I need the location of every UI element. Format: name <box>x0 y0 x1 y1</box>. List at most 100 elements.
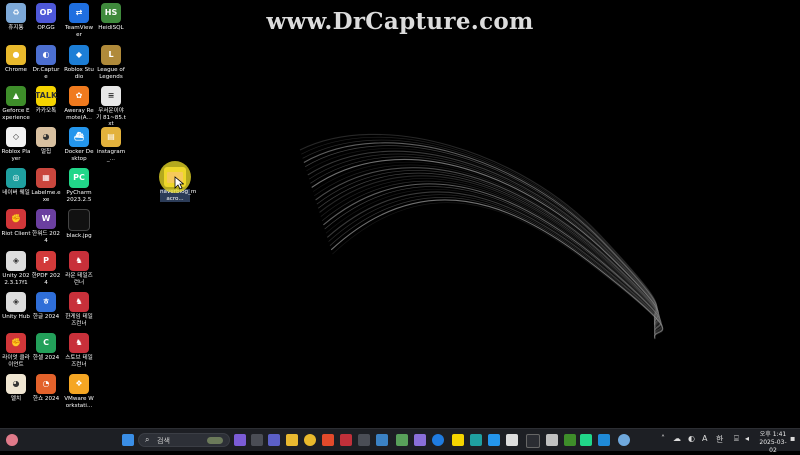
whale-taskbar-icon[interactable] <box>470 434 482 446</box>
desktop-icon-aweray[interactable]: ✿ Aweray Remote(A... <box>64 86 94 121</box>
desktop-icon-label: Labelme.exe <box>31 190 61 203</box>
desktop-icon-hancell[interactable]: C 한셀 2024 <box>31 333 61 362</box>
task-view-icon[interactable] <box>251 434 263 446</box>
desktop-icon-label: 한글 2024 <box>32 314 60 320</box>
desktop-icon-hangul[interactable]: ㅎ 한글 2024 <box>31 292 61 321</box>
desktop-icon-story-txt[interactable]: ≡ 무서운이야기 81~85.txt <box>96 86 126 128</box>
desktop-icon-label: Dr.Capture <box>32 67 60 80</box>
app-icon-gray[interactable] <box>546 434 558 446</box>
start-button-icon[interactable] <box>122 434 134 446</box>
photos-icon[interactable] <box>376 434 388 446</box>
desktop-icon-riot[interactable]: ✊ Riot Client <box>1 209 31 238</box>
hanword-icon: W <box>36 209 56 229</box>
taskbar-clock[interactable]: 오후 1:41 2025-03-02 <box>758 431 788 455</box>
desktop-icon-stove-tales[interactable]: ♞ 스토브 테일즈런너 <box>64 333 94 368</box>
desktop[interactable]: www.DrCapture.com ♻ 휴지통 OP OP.GG ⇄ TeamViewer… <box>0 0 800 428</box>
notification-bell-icon[interactable]: ▪ <box>790 434 795 443</box>
race-tales-icon: ♞ <box>69 251 89 271</box>
desktop-icon-teamviewer[interactable]: ⇄ TeamViewer <box>64 3 94 38</box>
app-icon-green[interactable] <box>396 434 408 446</box>
recycle-bin-icon: ♻ <box>6 3 26 23</box>
desktop-icon-unity-hub[interactable]: ◈ Unity Hub <box>1 292 31 321</box>
kakaotalk-taskbar-icon[interactable] <box>452 434 464 446</box>
ime-mode-indicator[interactable]: 한 <box>716 434 723 445</box>
desktop-icon-roblox-studio[interactable]: ◆ Roblox Studio <box>64 45 94 80</box>
desktop-icon-label: Roblox Player <box>1 149 31 162</box>
desktop-icon-hanshow[interactable]: ◔ 한쇼 2024 <box>31 374 61 403</box>
desktop-icon-label: Chrome <box>5 67 27 73</box>
desktop-icon-heidisql[interactable]: HS HeidiSQL <box>96 3 126 32</box>
heidisql-icon: HS <box>101 3 121 23</box>
desktop-icon-riot-client-kr[interactable]: ✊ 라이엇 클라이언트 <box>1 333 31 368</box>
desktop-icon-melchi[interactable]: ◕ 멜치 <box>1 374 31 403</box>
desktop-icon-label: League of Legends <box>97 67 125 80</box>
desktop-icon-labelme[interactable]: ▦ Labelme.exe <box>31 168 61 203</box>
desktop-icon-label: Docker Desktop <box>64 149 94 162</box>
desktop-icon-label: 멜치 <box>10 396 22 402</box>
desktop-icon-label: 한쇼 2024 <box>32 396 60 402</box>
desktop-icon-label: Aweray Remote(A... <box>64 108 94 121</box>
tray-overflow-chevron-icon[interactable]: ˄ <box>661 434 665 443</box>
desktop-icon-race-tales[interactable]: ♞ 라운 테일즈런너 <box>64 251 94 286</box>
volume-icon[interactable]: ◂ <box>745 434 749 443</box>
taskbar-search-box[interactable]: ⌕ 검색 <box>138 433 230 447</box>
app-icon-round[interactable] <box>618 434 630 446</box>
desktop-icon-label: 무서운이야기 81~85.txt <box>96 108 126 128</box>
vscode-icon[interactable] <box>598 434 610 446</box>
desktop-icon-hanpdf[interactable]: P 한PDF 2024 <box>31 251 61 286</box>
docker-icon: ⛴ <box>69 127 89 147</box>
desktop-icon-unity[interactable]: ◈ Unity 2022.3.17f1 <box>1 251 31 286</box>
desktop-icon-label: PyCharm 2023.2.5 <box>66 190 92 203</box>
input-language-indicator[interactable]: A <box>702 434 707 443</box>
desktop-icon-opgg[interactable]: OP OP.GG <box>31 3 61 32</box>
wallpaper-ribbon <box>325 188 662 336</box>
desktop-icon-geforce[interactable]: ▲ Geforce Experience <box>1 86 31 121</box>
black-jpg-icon <box>68 209 90 231</box>
desktop-icon-roblox-player[interactable]: ◇ Roblox Player <box>1 127 31 162</box>
desktop-icon-chrome[interactable]: ● Chrome <box>1 45 31 74</box>
desktop-icon-drcapture[interactable]: ◐ Dr.Capture <box>31 45 61 80</box>
app-icon-red[interactable] <box>340 434 352 446</box>
wallpaper-ribbon <box>330 199 664 339</box>
wallpaper-ribbon <box>326 191 663 337</box>
desktop-icon-baram[interactable]: ◕ 멀칩 <box>31 127 61 156</box>
desktop-icon-instagram[interactable]: ▤ instagram_... <box>96 127 126 162</box>
desktop-icon-kakaotalk[interactable]: TALK 카카오톡 <box>31 86 61 115</box>
opgg-icon: OP <box>36 3 56 23</box>
terminal-icon[interactable] <box>526 434 540 448</box>
desktop-icon-label: 네이버 웨일 <box>2 190 30 196</box>
naver-whale-icon: ◎ <box>6 168 26 188</box>
file-explorer-icon[interactable] <box>286 434 298 446</box>
labelme-icon: ▦ <box>36 168 56 188</box>
desktop-icon-vmware[interactable]: ❖ VMware Workstati... <box>64 374 94 409</box>
desktop-icon-hanword[interactable]: W 한워드 2024 <box>31 209 61 244</box>
office-icon[interactable] <box>322 434 334 446</box>
cloud-icon[interactable]: ☁ <box>673 434 681 443</box>
desktop-icon-black-jpg[interactable]: black.jpg <box>64 209 94 240</box>
security-icon[interactable]: ◐ <box>688 434 695 443</box>
pycharm-icon: PC <box>69 168 89 188</box>
desktop-icon-pycharm[interactable]: PC PyCharm 2023.2.5 <box>64 168 94 203</box>
teams-icon[interactable] <box>268 434 280 446</box>
desktop-icon-label: 멀칩 <box>40 149 52 155</box>
edge-icon[interactable] <box>432 434 444 446</box>
unity-hub-icon: ◈ <box>6 292 26 312</box>
desktop-icon-naver-whale[interactable]: ◎ 네이버 웨일 <box>1 168 31 197</box>
desktop-icon-recycle-bin[interactable]: ♻ 휴지통 <box>1 3 31 32</box>
unity-taskbar-icon[interactable] <box>506 434 518 446</box>
weather-widget-icon[interactable] <box>6 434 18 446</box>
network-icon[interactable]: ⌸ <box>734 434 739 444</box>
desktop-icon-label: black.jpg <box>66 233 92 239</box>
chrome-icon: ● <box>6 45 26 65</box>
desktop-icon-hangame-tales[interactable]: ♞ 한게임 테일즈런너 <box>64 292 94 327</box>
desktop-icon-league[interactable]: L League of Legends <box>96 45 126 80</box>
copilot-icon[interactable] <box>234 434 246 446</box>
geforce-taskbar-icon[interactable] <box>564 434 576 446</box>
app-icon-grid[interactable] <box>358 434 370 446</box>
chrome-taskbar-icon[interactable] <box>304 434 316 446</box>
pycharm-taskbar-icon[interactable] <box>580 434 592 446</box>
desktop-icon-label: Geforce Experience <box>2 108 30 121</box>
desktop-icon-docker[interactable]: ⛴ Docker Desktop <box>64 127 94 162</box>
media-player-icon[interactable] <box>414 434 426 446</box>
docker-taskbar-icon[interactable] <box>488 434 500 446</box>
